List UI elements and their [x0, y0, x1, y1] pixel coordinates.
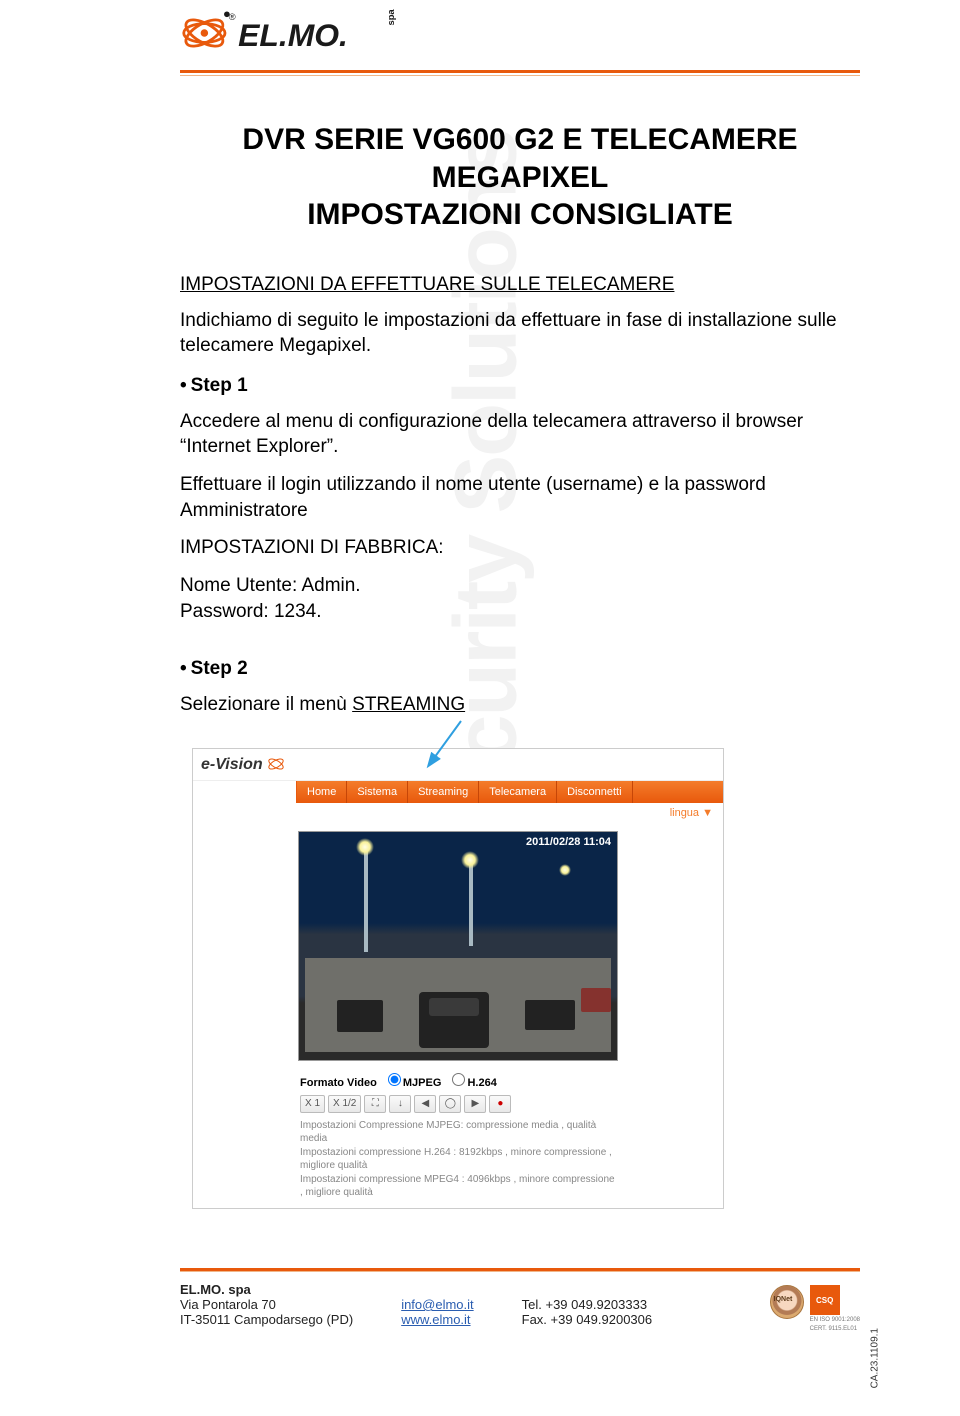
step-1-heading: Step 1: [180, 375, 860, 397]
step-1-p1: Accedere al menu di configurazione della…: [180, 409, 860, 460]
format-h264-radio[interactable]: [452, 1073, 465, 1086]
format-mjpeg-label: MJPEG: [403, 1077, 442, 1089]
record-button[interactable]: ●: [489, 1095, 511, 1113]
atom-icon: [267, 755, 285, 773]
footer-links: info@elmo.it www.elmo.it: [401, 1282, 473, 1327]
language-selector[interactable]: lingua ▼: [193, 803, 723, 825]
svg-text:spa: spa: [386, 9, 396, 26]
step-1-p3: IMPOSTAZIONI DI FABBRICA:: [180, 535, 860, 561]
format-mjpeg-radio[interactable]: [388, 1073, 401, 1086]
camera-ui-menu: Home Sistema Streaming Telecamera Discon…: [193, 781, 723, 803]
svg-text:EL.MO.: EL.MO.: [238, 17, 348, 53]
intro-paragraph: Indichiamo di seguito le impostazioni da…: [180, 308, 860, 359]
step-1-username: Nome Utente: Admin.: [180, 573, 860, 599]
address-line-2: IT-35011 Campodarsego (PD): [180, 1312, 353, 1327]
email-link[interactable]: info@elmo.it: [401, 1297, 473, 1312]
footer-phones: Tel. +39 049.9203333 Fax. +39 049.920030…: [522, 1282, 652, 1327]
title-line-1: DVR SERIE VG600 G2 E TELECAMERE MEGAPIXE…: [242, 123, 797, 194]
svg-text:®: ®: [229, 12, 236, 22]
menu-streaming[interactable]: Streaming: [408, 781, 479, 803]
iso-line-2: CERT. 9115.EL01: [810, 1326, 860, 1333]
web-link[interactable]: www.elmo.it: [401, 1312, 470, 1327]
zoom-x12-button[interactable]: X 1/2: [328, 1095, 361, 1113]
title-line-2: IMPOSTAZIONI CONSIGLIATE: [307, 198, 733, 231]
down-button[interactable]: ↓: [389, 1095, 411, 1113]
step-2-p1: Selezionare il menù STREAMING: [180, 692, 860, 718]
callout-arrow-icon: [423, 719, 463, 769]
fullscreen-button[interactable]: ⛶: [364, 1095, 386, 1113]
menu-disconnetti[interactable]: Disconnetti: [557, 781, 632, 803]
address-line-1: Via Pontarola 70: [180, 1297, 353, 1312]
video-controls: Formato Video MJPEG H.264 X 1 X 1/2 ⛶ ↓ …: [298, 1065, 618, 1204]
compression-info-mjpeg: Impostazioni Compressione MJPEG: compres…: [300, 1119, 616, 1146]
format-h264-label: H.264: [467, 1077, 496, 1089]
video-button-row: X 1 X 1/2 ⛶ ↓ ◀ ◯ ▶ ●: [300, 1095, 616, 1113]
embedded-screenshot: e-Vision Home Sistema Streaming Telecame…: [192, 748, 724, 1209]
header: ® EL.MO. spa: [180, 0, 860, 70]
header-rule-thick: [180, 70, 860, 73]
camera-ui-brand-text: e-Vision: [201, 756, 263, 773]
document-code: CA.23.1109.1: [869, 1328, 880, 1388]
header-rule-thin: [180, 75, 860, 76]
step-2-heading: Step 2: [180, 658, 860, 680]
certification-badges: CSQ EN ISO 9001:2008 CERT. 9115.EL01: [770, 1285, 860, 1332]
csq-badge-icon: CSQ: [810, 1285, 840, 1315]
step-1-p2: Effettuare il login utilizzando il nome …: [180, 472, 860, 523]
step-1-password: Password: 1234.: [180, 599, 860, 625]
fax-line: Fax. +39 049.9200306: [522, 1312, 652, 1327]
video-preview: 2011/02/28 11:04: [298, 831, 618, 1061]
menu-spacer: [193, 781, 297, 803]
step-2-text: Selezionare il menù: [180, 694, 352, 715]
compression-info-h264: Impostazioni compressione H.264 : 8192kb…: [300, 1146, 616, 1173]
footer-rule: [180, 1268, 860, 1272]
company-name: EL.MO. spa: [180, 1282, 353, 1297]
page-content: ® EL.MO. spa DVR SERIE VG600 G2 E TELECA…: [0, 0, 960, 1209]
next-button[interactable]: ▶: [464, 1095, 486, 1113]
footer-address: EL.MO. spa Via Pontarola 70 IT-35011 Cam…: [180, 1282, 353, 1327]
menu-sistema[interactable]: Sistema: [347, 781, 408, 803]
format-label: Formato Video: [300, 1077, 377, 1089]
camera-ui-logo: e-Vision: [201, 755, 285, 774]
zoom-x1-button[interactable]: X 1: [300, 1095, 325, 1113]
footer: EL.MO. spa Via Pontarola 70 IT-35011 Cam…: [180, 1282, 860, 1327]
prev-button[interactable]: ◀: [414, 1095, 436, 1113]
section-heading: IMPOSTAZIONI DA EFFETTUARE SULLE TELECAM…: [180, 274, 860, 296]
compression-info-mpeg4: Impostazioni compressione MPEG4 : 4096kb…: [300, 1173, 616, 1200]
brand-logo: ® EL.MO. spa: [180, 3, 424, 63]
menu-telecamera[interactable]: Telecamera: [479, 781, 557, 803]
snapshot-button[interactable]: ◯: [439, 1095, 461, 1113]
video-timestamp: 2011/02/28 11:04: [526, 836, 611, 848]
document-title: DVR SERIE VG600 G2 E TELECAMERE MEGAPIXE…: [180, 121, 860, 234]
iqnet-badge-icon: [770, 1285, 804, 1319]
video-format-row: Formato Video MJPEG H.264: [300, 1073, 616, 1089]
menu-home[interactable]: Home: [297, 781, 347, 803]
iso-line-1: EN ISO 9001:2008: [810, 1317, 860, 1324]
tel-line: Tel. +39 049.9203333: [522, 1297, 652, 1312]
step-2-menu-name: STREAMING: [352, 694, 465, 715]
